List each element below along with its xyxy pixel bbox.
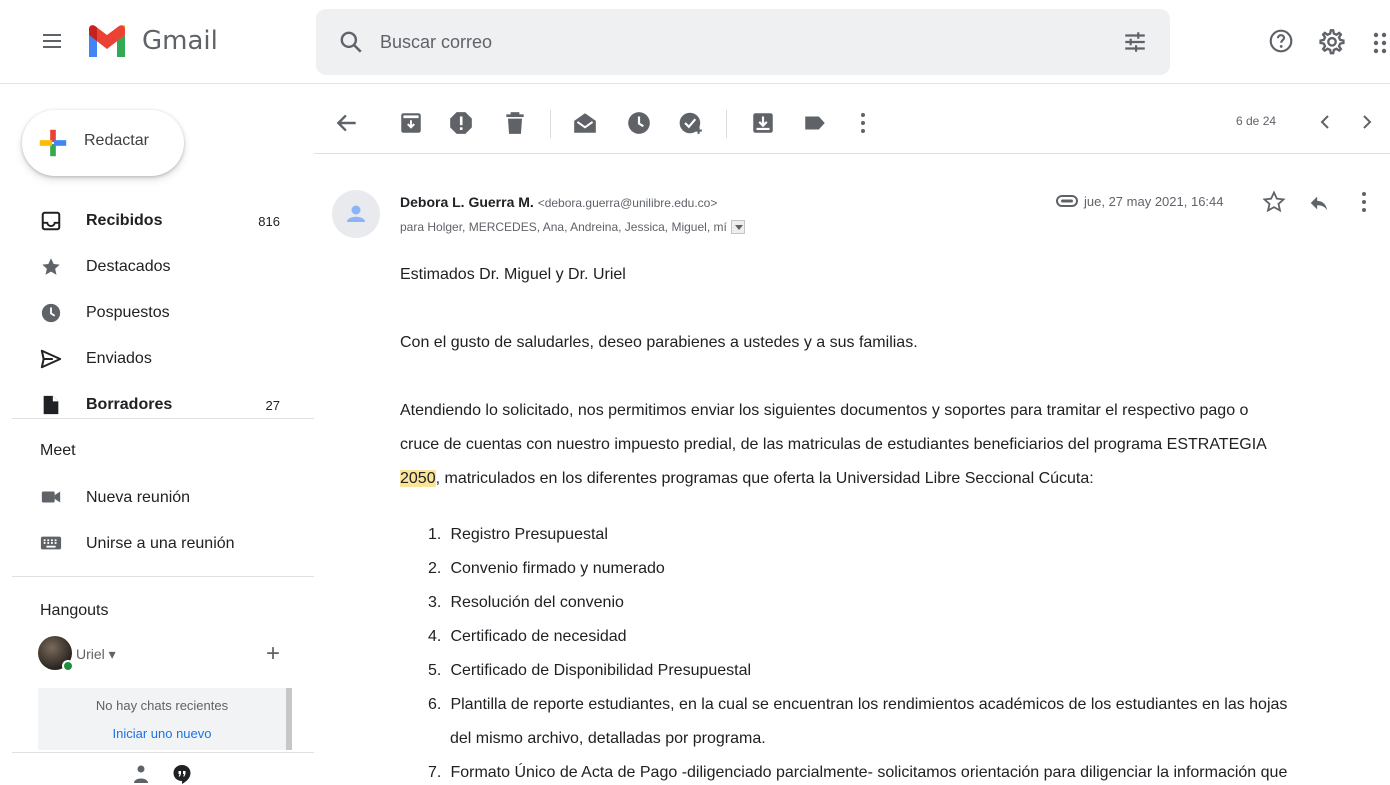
search-options-icon[interactable] xyxy=(1122,29,1148,55)
sender-email: <debora.guerra@unilibre.edu.co> xyxy=(537,196,718,210)
draft-count: 27 xyxy=(265,398,280,413)
delete-trash-icon[interactable] xyxy=(502,110,528,136)
sidebar-item-label: Destacados xyxy=(86,258,171,275)
sidebar-item-label: Enviados xyxy=(86,350,152,367)
hangouts-chat-icon[interactable] xyxy=(172,764,192,784)
gmail-logo[interactable]: Gmail xyxy=(86,20,218,62)
main-menu-button[interactable] xyxy=(40,28,66,54)
sidebar-item-drafts[interactable]: Borradores 27 xyxy=(0,382,314,428)
list-item: 1. Registro Presupuestal xyxy=(428,526,608,543)
sidebar-item-label: Borradores xyxy=(86,396,173,413)
list-item: 6. Plantilla de reporte estudiantes, en … xyxy=(428,696,1288,747)
paragraph-2-line-2: cruce de cuentas con nuestro impuesto pr… xyxy=(400,436,1267,453)
sidebar-item-snoozed[interactable]: Pospuestos xyxy=(0,290,314,336)
sidebar-item-label: Pospuestos xyxy=(86,304,170,321)
search-input[interactable] xyxy=(380,29,1080,55)
recipients-text: para Holger, MERCEDES, Ana, Andreina, Je… xyxy=(400,220,727,234)
recipients-line: para Holger, MERCEDES, Ana, Andreina, Je… xyxy=(400,220,745,234)
new-meeting-item[interactable]: Nueva reunión xyxy=(0,476,314,520)
compose-button[interactable]: Redactar xyxy=(22,110,184,176)
plus-icon xyxy=(39,129,67,157)
join-meeting-item[interactable]: Unirse a una reunión xyxy=(0,522,314,566)
app-name: Gmail xyxy=(142,26,218,56)
message-date: jue, 27 may 2021, 16:44 xyxy=(1084,194,1224,209)
hangouts-footer xyxy=(128,762,208,785)
list-item: 3. Resolución del convenio xyxy=(428,594,624,611)
paragraph-2-line-3: 2050, matriculados en los diferentes pro… xyxy=(400,462,1370,496)
sidebar-divider xyxy=(12,752,314,753)
online-status-dot xyxy=(62,660,74,672)
archive-icon[interactable] xyxy=(398,110,424,136)
hangouts-user-name[interactable]: Uriel ▾ xyxy=(76,646,116,663)
hangouts-chat-list: No hay chats recientes Iniciar uno nuevo xyxy=(38,688,292,750)
search-icon[interactable] xyxy=(338,29,364,55)
compose-label: Redactar xyxy=(84,132,149,149)
paragraph-2-line-3-text: , matriculados en los diferentes program… xyxy=(435,470,1094,487)
new-chat-plus-icon[interactable]: + xyxy=(266,642,280,666)
settings-gear-icon[interactable] xyxy=(1318,28,1346,56)
inbox-icon xyxy=(41,211,61,231)
no-chats-text: No hay chats recientes xyxy=(95,698,229,713)
sidebar-divider xyxy=(12,576,314,577)
join-meeting-label: Unirse a una reunión xyxy=(86,535,235,552)
chevron-left-icon[interactable] xyxy=(1314,110,1338,134)
video-icon xyxy=(41,491,61,503)
toolbar-separator xyxy=(726,110,727,138)
star-outline-icon[interactable] xyxy=(1262,190,1286,214)
sidebar-nav: Recibidos 816 Destacados Pospuestos Envi… xyxy=(0,198,314,428)
sidebar-item-label: Recibidos xyxy=(86,212,163,229)
keyboard-icon xyxy=(40,536,62,550)
sidebar-divider xyxy=(12,418,314,419)
sender-avatar[interactable] xyxy=(332,190,380,238)
person-icon xyxy=(347,205,365,222)
help-icon[interactable] xyxy=(1268,28,1294,54)
start-chat-link[interactable]: Iniciar uno nuevo xyxy=(38,726,286,741)
report-spam-icon[interactable] xyxy=(448,110,474,136)
show-details-dropdown[interactable] xyxy=(730,220,745,234)
hangouts-user: Uriel ▾ + xyxy=(38,636,314,676)
back-arrow-icon[interactable] xyxy=(334,110,360,136)
sender-name[interactable]: Debora L. Guerra M. xyxy=(400,194,534,210)
sidebar-item-starred[interactable]: Destacados xyxy=(0,244,314,290)
pagination-text: 6 de 24 xyxy=(1236,114,1277,128)
list-item: 5. Certificado de Disponibilidad Presupu… xyxy=(428,662,752,679)
search-highlight: 2050 xyxy=(400,470,436,487)
more-options-icon[interactable] xyxy=(850,110,876,136)
unread-count: 816 xyxy=(258,214,280,229)
meet-title: Meet xyxy=(40,442,76,459)
list-item: 7. Formato Único de Acta de Pago -dilige… xyxy=(428,764,1288,781)
mark-unread-icon[interactable] xyxy=(572,110,598,136)
list-item: 4. Certificado de necesidad xyxy=(428,628,627,645)
label-tag-icon[interactable] xyxy=(802,110,828,136)
top-header: Gmail xyxy=(0,0,1390,84)
document-list: 1. Registro Presupuestal 2. Convenio fir… xyxy=(428,518,1378,785)
google-apps-icon[interactable] xyxy=(1372,30,1390,56)
search-bar[interactable] xyxy=(316,9,1170,75)
paragraph-2: Atendiendo lo solicitado, nos permitimos… xyxy=(400,394,1370,496)
more-vert-icon[interactable] xyxy=(1360,190,1368,214)
gmail-logo-icon xyxy=(89,25,125,57)
attachment-icon xyxy=(1056,195,1078,207)
sidebar-item-sent[interactable]: Enviados xyxy=(0,336,314,382)
message-toolbar: 6 de 24 xyxy=(314,92,1390,154)
reply-icon[interactable] xyxy=(1308,192,1330,214)
greeting: Estimados Dr. Miguel y Dr. Uriel xyxy=(400,266,626,283)
chevron-right-icon[interactable] xyxy=(1354,110,1378,134)
hangouts-title: Hangouts xyxy=(40,602,109,619)
add-task-icon[interactable] xyxy=(678,110,704,136)
sender-line: Debora L. Guerra M. <debora.guerra@unili… xyxy=(400,194,717,210)
paragraph-1: Con el gusto de saludarles, deseo parabi… xyxy=(400,334,918,351)
clock-icon xyxy=(41,303,61,323)
list-item: 2. Convenio firmado y numerado xyxy=(428,560,665,577)
paragraph-2-line-1: Atendiendo lo solicitado, nos permitimos… xyxy=(400,402,1249,419)
sidebar-item-inbox[interactable]: Recibidos 816 xyxy=(0,198,314,244)
new-meeting-label: Nueva reunión xyxy=(86,489,191,506)
draft-icon xyxy=(43,395,59,415)
move-to-icon[interactable] xyxy=(750,110,776,136)
contacts-person-icon[interactable] xyxy=(132,764,150,784)
send-icon xyxy=(40,349,62,369)
star-icon xyxy=(42,258,60,275)
toolbar-separator xyxy=(550,110,551,138)
snooze-clock-icon[interactable] xyxy=(626,110,652,136)
